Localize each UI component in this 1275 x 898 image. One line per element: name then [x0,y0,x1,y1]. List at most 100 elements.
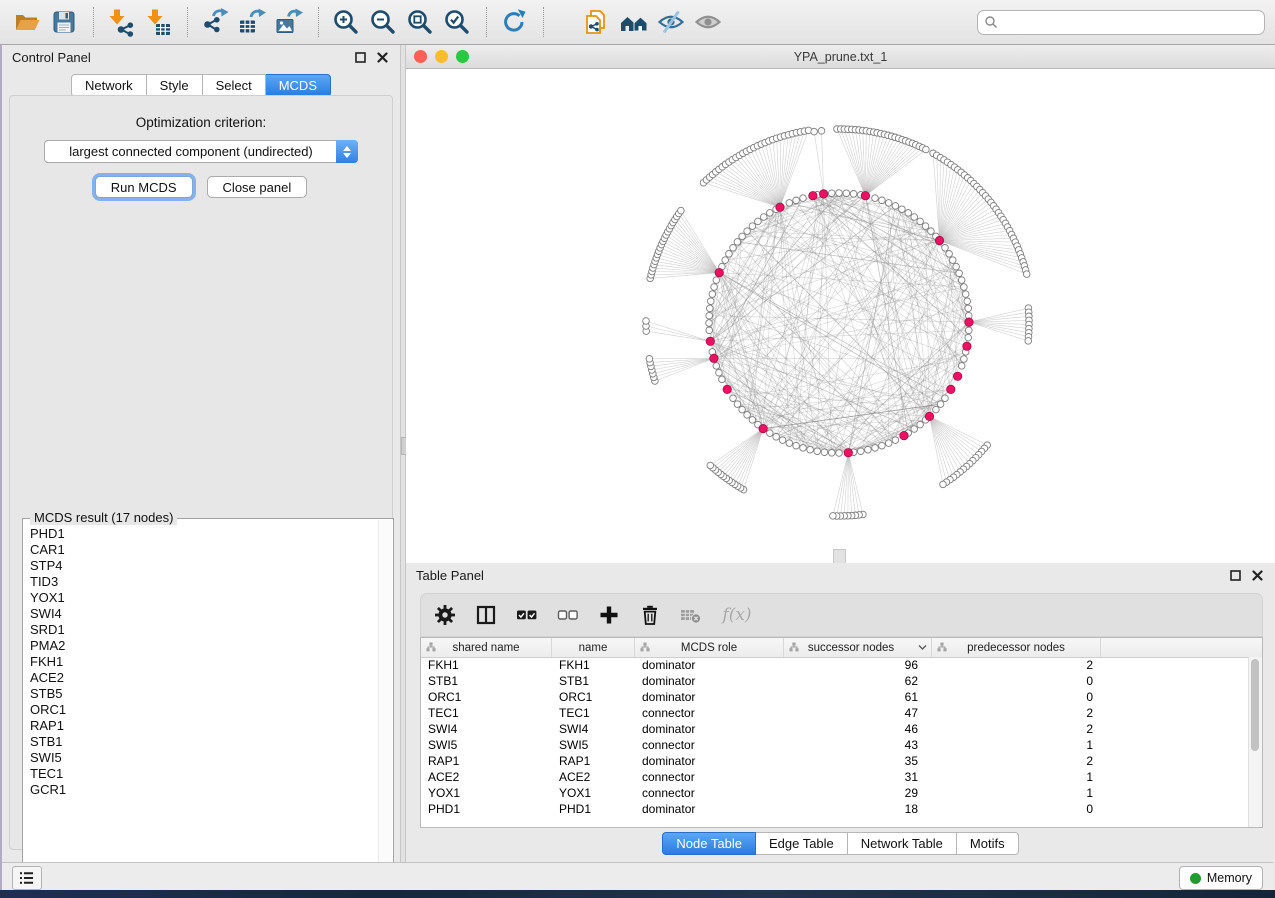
network-node[interactable] [892,203,899,210]
export-table-button[interactable] [235,5,269,39]
network-node[interactable] [708,298,715,305]
maximize-window-traffic-light[interactable] [456,50,469,63]
network-node[interactable] [830,513,837,520]
export-network-button[interactable] [198,5,232,39]
network-node[interactable] [961,356,968,363]
network-node[interactable] [961,284,968,291]
network-node[interactable] [872,195,879,202]
network-node[interactable] [953,263,960,270]
network-node[interactable] [749,223,756,230]
network-node[interactable] [711,284,718,291]
close-panel-button[interactable] [374,49,390,65]
float-panel-button[interactable] [352,49,368,65]
network-node[interactable] [786,200,793,207]
search-box[interactable] [977,10,1265,35]
network-node[interactable] [964,298,971,305]
network-node[interactable] [744,412,751,419]
network-node[interactable] [905,210,912,217]
tab-network[interactable]: Network [71,74,147,97]
network-node[interactable] [858,448,865,455]
mcds-result-item[interactable]: GCR1 [30,782,393,798]
network-node[interactable] [643,318,650,325]
network-node[interactable] [726,251,733,258]
network-node[interactable] [800,195,807,202]
mcds-result-item[interactable]: RAP1 [30,718,393,734]
network-node[interactable] [646,356,653,363]
mcds-result-item[interactable]: ORC1 [30,702,393,718]
close-mcds-panel-button[interactable]: Close panel [207,176,308,198]
network-node[interactable] [965,334,972,341]
clone-network-button[interactable] [580,5,614,39]
network-canvas[interactable] [406,69,1275,563]
float-table-panel-button[interactable] [1227,567,1243,583]
network-node[interactable] [730,395,737,402]
tab-edge-table[interactable]: Edge Table [756,832,848,855]
network-node[interactable] [678,207,685,214]
mcds-node[interactable] [809,192,817,200]
network-node[interactable] [706,327,713,334]
mcds-result-item[interactable]: SRD1 [30,622,393,638]
network-node[interactable] [946,251,953,258]
home-button[interactable] [617,5,651,39]
export-image-button[interactable] [272,5,306,39]
network-node[interactable] [966,327,973,334]
table-row[interactable]: PHD1PHD1dominator180 [421,802,1262,818]
network-node[interactable] [814,448,821,455]
zoom-out-button[interactable] [366,5,400,39]
table-row[interactable]: TEC1TEC1connector472 [421,706,1262,722]
column-header-shared-name[interactable]: shared name [421,638,552,657]
deselect-all-button[interactable] [556,603,580,627]
network-node[interactable] [872,445,879,452]
network-node[interactable] [899,206,906,213]
table-row[interactable]: YOX1YOX1connector291 [421,786,1262,802]
open-session-button[interactable] [10,5,44,39]
mcds-node[interactable] [953,372,961,380]
network-node[interactable] [933,406,940,413]
mcds-node[interactable] [710,354,718,362]
network-node[interactable] [773,434,780,441]
mcds-result-item[interactable]: SWI5 [30,750,393,766]
network-node[interactable] [965,305,972,312]
network-node[interactable] [811,128,818,135]
mcds-node[interactable] [947,385,955,393]
network-node[interactable] [843,190,850,197]
network-node[interactable] [942,395,949,402]
criterion-select[interactable]: largest connected component (undirected) [44,140,358,163]
zoom-fit-button[interactable] [403,5,437,39]
table-row[interactable]: SWI4SWI4dominator462 [421,722,1262,738]
table-scrollbar-thumb[interactable] [1251,659,1259,751]
network-node[interactable] [786,440,793,447]
mcds-result-item[interactable]: STB1 [30,734,393,750]
network-node[interactable] [865,446,872,453]
network-node[interactable] [793,442,800,449]
mcds-result-item[interactable]: YOX1 [30,590,393,606]
network-node[interactable] [879,442,886,449]
tab-motifs[interactable]: Motifs [957,832,1019,855]
show-graphics-details-button[interactable] [691,5,725,39]
network-node[interactable] [958,363,965,370]
delete-column-button[interactable] [638,603,662,627]
network-node[interactable] [800,445,807,452]
network-node[interactable] [892,437,899,444]
network-node[interactable] [940,481,947,488]
network-node[interactable] [706,320,713,327]
zoom-in-button[interactable] [329,5,363,39]
network-node[interactable] [749,417,756,424]
table-row[interactable]: FKH1FKH1dominator962 [421,658,1262,674]
network-node[interactable] [922,223,929,230]
network-node[interactable] [761,214,768,221]
mcds-node[interactable] [706,337,714,345]
refresh-view-button[interactable] [497,5,531,39]
mcds-node[interactable] [715,268,723,276]
mcds-result-item[interactable]: TID3 [30,574,393,590]
tab-node-table[interactable]: Node Table [662,832,756,855]
mcds-result-item[interactable]: ACE2 [30,670,393,686]
column-header-MCDS-role[interactable]: MCDS role [635,638,784,657]
network-node[interactable] [767,430,774,437]
mcds-result-item[interactable]: STB5 [30,686,393,702]
table-row[interactable]: RAP1RAP1dominator352 [421,754,1262,770]
mcds-node[interactable] [935,236,943,244]
network-node[interactable] [942,245,949,252]
close-table-panel-button[interactable] [1249,567,1265,583]
add-column-button[interactable] [597,603,621,627]
